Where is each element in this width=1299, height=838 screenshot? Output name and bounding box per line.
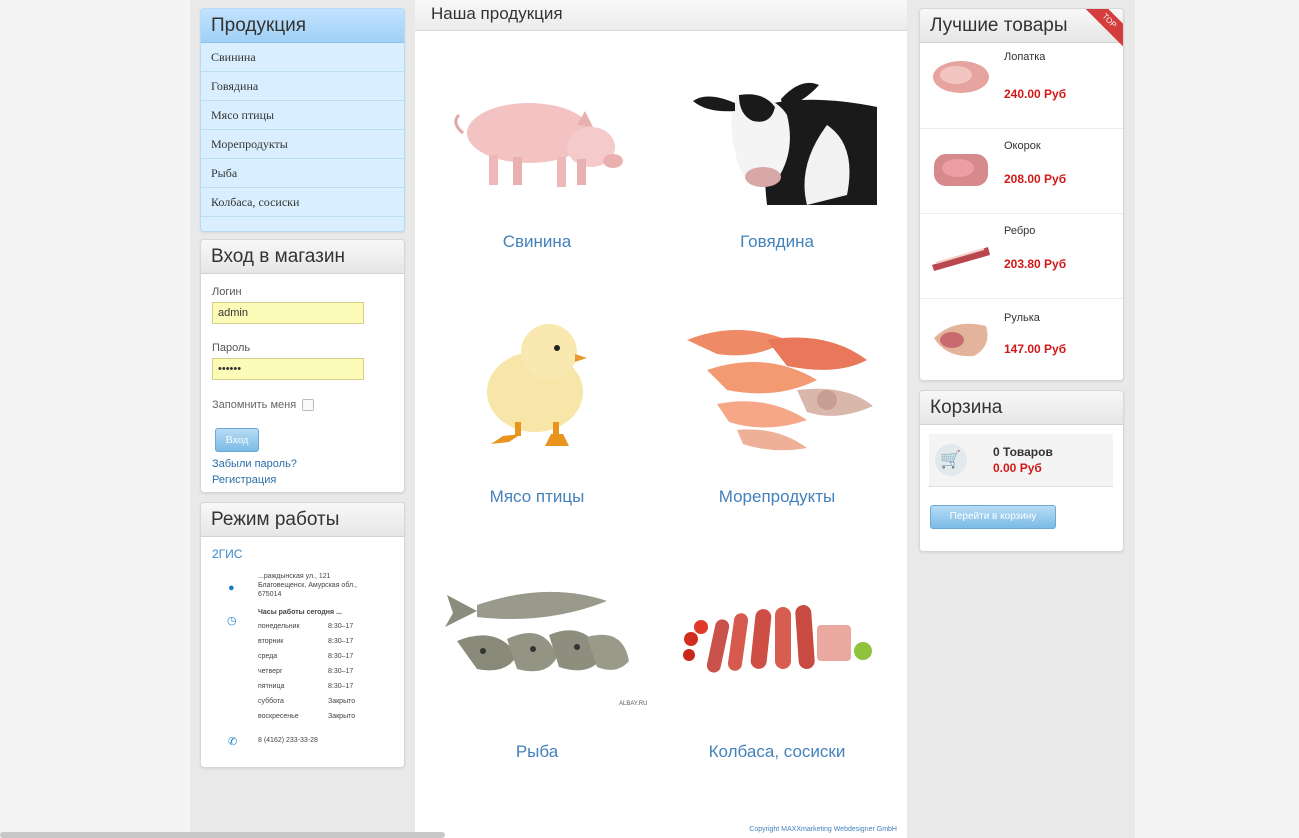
forgot-password-link[interactable]: Забыли пароль? [212, 458, 297, 470]
product-card-sausages[interactable]: Колбаса, сосиски [677, 565, 877, 761]
meat-knuckle-image [934, 323, 988, 357]
best-item-name[interactable]: Окорок [1004, 140, 1041, 152]
best-item-price: 147.00 Руб [1004, 342, 1067, 356]
cart-count: 0 Товаров [993, 445, 1053, 459]
hours-title: Режим работы [201, 503, 404, 537]
schedule-time: 8:30–17 [328, 623, 354, 630]
address-line-1: ...раждынская ул., 121 [258, 573, 331, 580]
cart-panel: Корзина 🛒 0 Товаров 0.00 Руб Перейти в к… [919, 390, 1124, 552]
page-title: Наша продукция [415, 0, 907, 31]
menu-item-pork[interactable]: Свинина [201, 43, 404, 72]
login-panel: Вход в магазин Логин Пароль Запомнить ме… [200, 239, 405, 493]
schedule-time: 8:30–17 [328, 683, 354, 690]
best-item-price: 203.80 Руб [1004, 257, 1067, 271]
password-label: Пароль [212, 342, 251, 354]
menu-item-seafood[interactable]: Морепродукты [201, 130, 404, 159]
meat-ham-image [934, 154, 988, 186]
product-card-pork[interactable]: Свинина [437, 55, 637, 251]
schedule-day: среда [258, 653, 278, 660]
remember-me: Запомнить меня [212, 399, 315, 412]
main-content: Наша продукция Свинина Говядина Мясо пти… [415, 0, 907, 838]
schedule-day: воскресенье [258, 713, 299, 720]
product-card-fish[interactable]: ALBAY.RU Рыба [437, 565, 647, 761]
product-label-beef[interactable]: Говядина [677, 232, 877, 252]
phone-icon: ✆ [228, 736, 238, 748]
seafood-image [687, 330, 873, 451]
schedule-time: 8:30–17 [328, 638, 354, 645]
gis-link[interactable]: 2ГИС [212, 547, 242, 561]
product-label-fish[interactable]: Рыба [437, 742, 637, 762]
products-menu: Продукция Свинина Говядина Мясо птицы Мо… [200, 8, 405, 232]
schedule-time: 8:30–17 [328, 668, 354, 675]
horizontal-scrollbar[interactable] [0, 832, 445, 838]
best-item-price: 208.00 Руб [1004, 172, 1067, 186]
product-card-seafood[interactable]: Морепродукты [677, 310, 877, 506]
menu-item-beef[interactable]: Говядина [201, 72, 404, 101]
product-card-poultry[interactable]: Мясо птицы [437, 310, 637, 506]
chick-image [487, 324, 587, 446]
products-menu-title: Продукция [201, 9, 404, 43]
copyright-link[interactable]: Copyright MAXXmarketing Webdesigner GmbH [749, 826, 897, 833]
best-item-knuckle[interactable]: Рулька 147.00 Руб [920, 298, 1123, 380]
image-watermark: ALBAY.RU [619, 701, 648, 707]
best-item-name[interactable]: Лопатка [1004, 51, 1045, 63]
password-input[interactable] [212, 358, 364, 380]
schedule-day: четверг [258, 668, 283, 675]
schedule-day: пятница [258, 683, 285, 690]
schedule-time: Закрыто [328, 713, 356, 720]
hours-panel: Режим работы 2ГИС ● ...раждынская ул., 1… [200, 502, 405, 768]
clock-icon: ◷ [227, 615, 237, 627]
best-products-panel: Лучшие товары TOP Лопатка 240.00 Руб Око… [919, 8, 1124, 381]
fish-image [445, 591, 629, 672]
product-label-sausages[interactable]: Колбаса, сосиски [677, 742, 877, 762]
product-label-pork[interactable]: Свинина [437, 232, 637, 252]
cow-image [693, 82, 877, 205]
map-pin-icon: ● [228, 582, 235, 594]
schedule-time: Закрыто [328, 698, 356, 705]
address-line-2: Благовещенск, Амурская обл., [258, 582, 357, 589]
menu-item-sausages[interactable]: Колбаса, сосиски [201, 188, 404, 217]
cart-sum: 0.00 Руб [993, 461, 1042, 475]
go-to-cart-button[interactable]: Перейти в корзину [930, 505, 1056, 529]
login-title: Вход в магазин [201, 240, 404, 274]
product-label-poultry[interactable]: Мясо птицы [437, 487, 637, 507]
schedule-day: понедельник [258, 623, 300, 630]
menu-item-poultry[interactable]: Мясо птицы [201, 101, 404, 130]
best-item-name[interactable]: Рулька [1004, 312, 1040, 324]
menu-item-fish[interactable]: Рыба [201, 159, 404, 188]
login-button[interactable]: Вход [215, 428, 259, 452]
sausages-image [683, 605, 872, 673]
login-input[interactable] [212, 302, 364, 324]
hours-today: Часы работы сегодня ... [258, 609, 342, 616]
meat-rib-image [932, 247, 990, 271]
product-card-beef[interactable]: Говядина [677, 55, 877, 251]
address-line-3: 675014 [258, 591, 282, 598]
best-item-name[interactable]: Ребро [1004, 225, 1035, 237]
cart-title: Корзина [920, 391, 1123, 425]
best-item-ham[interactable]: Окорок 208.00 Руб [920, 128, 1123, 214]
best-item-shoulder[interactable]: Лопатка 240.00 Руб [920, 43, 1123, 129]
schedule-time: 8:30–17 [328, 653, 354, 660]
remember-checkbox[interactable] [302, 399, 315, 412]
meat-shoulder-image [933, 61, 989, 93]
product-label-seafood[interactable]: Морепродукты [677, 487, 877, 507]
remember-label: Запомнить меня [212, 399, 297, 411]
shopping-cart-icon: 🛒 [935, 444, 967, 476]
pig-image [454, 103, 623, 187]
best-item-price: 240.00 Руб [1004, 87, 1067, 101]
phone-number: 8 (4162) 233-33-28 [258, 737, 318, 744]
best-item-rib[interactable]: Ребро 203.80 Руб [920, 213, 1123, 299]
schedule-day: вторник [258, 638, 284, 645]
login-label: Логин [212, 286, 242, 298]
schedule-day: суббота [258, 698, 284, 705]
register-link[interactable]: Регистрация [212, 474, 276, 486]
cart-summary[interactable]: 🛒 0 Товаров 0.00 Руб [929, 434, 1113, 487]
